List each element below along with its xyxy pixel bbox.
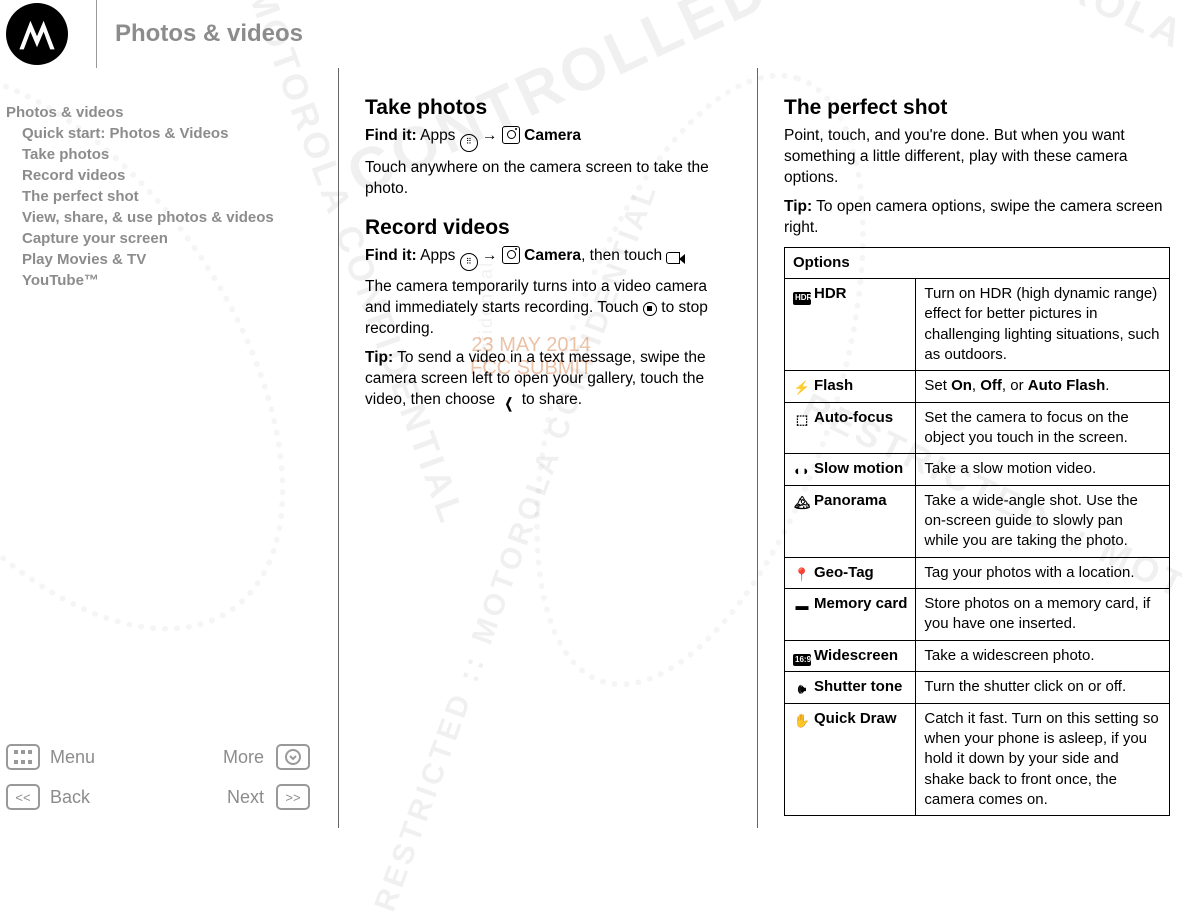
footer-nav: Menu More << Back Next >> xyxy=(6,740,316,816)
shutter-tone-icon: 🕪 xyxy=(793,680,811,698)
option-desc: Take a wide-angle shot. Use the on-scree… xyxy=(916,485,1170,557)
options-table: Options HDRHDRTurn on HDR (high dynamic … xyxy=(784,247,1170,816)
option-row-flash: ⚡FlashSet On, Off, or Auto Flash. xyxy=(785,371,1170,403)
hdr-icon: HDR xyxy=(793,292,811,305)
record-videos-findit: Find it: Apps ⠿ → Camera, then touch xyxy=(365,246,731,271)
video-icon xyxy=(666,252,680,264)
toc-item-1[interactable]: Take photos xyxy=(22,144,332,165)
option-desc: Turn on HDR (high dynamic range) effect … xyxy=(916,279,1170,371)
page-title: Photos & videos xyxy=(115,20,303,48)
panorama-icon: 🏔 xyxy=(793,494,811,512)
toc-top[interactable]: Photos & videos xyxy=(6,102,332,123)
auto-focus-icon: ⬚ xyxy=(793,411,811,429)
menu-button-icon[interactable] xyxy=(6,744,40,770)
record-videos-body: The camera temporarily turns into a vide… xyxy=(365,277,731,340)
option-name: 📍Geo-Tag xyxy=(785,557,916,589)
heading-record-videos: Record videos xyxy=(365,214,731,242)
geo-tag-icon: 📍 xyxy=(793,566,811,584)
option-row-memory-card: ▬Memory cardStore photos on a memory car… xyxy=(785,589,1170,641)
camera-icon xyxy=(502,126,520,144)
option-desc: Take a slow motion video. xyxy=(916,454,1170,486)
back-label[interactable]: Back xyxy=(50,787,159,808)
heading-perfect-shot: The perfect shot xyxy=(784,94,1170,122)
option-name: 🕪Shutter tone xyxy=(785,672,916,704)
option-desc: Take a widescreen photo. xyxy=(916,640,1170,672)
more-label[interactable]: More xyxy=(163,747,272,768)
option-row-auto-focus: ⬚Auto-focusSet the camera to focus on th… xyxy=(785,402,1170,454)
toc-item-0[interactable]: Quick start: Photos & Videos xyxy=(22,123,332,144)
option-name: ▬Memory card xyxy=(785,589,916,641)
perfect-shot-body: Point, touch, and you're done. But when … xyxy=(784,126,1170,189)
option-row-hdr: HDRHDRTurn on HDR (high dynamic range) e… xyxy=(785,279,1170,371)
next-label[interactable]: Next xyxy=(163,787,272,808)
option-desc: Set On, Off, or Auto Flash. xyxy=(916,371,1170,403)
option-row-panorama: 🏔PanoramaTake a wide-angle shot. Use the… xyxy=(785,485,1170,557)
option-row-widescreen: 16:9WidescreenTake a widescreen photo. xyxy=(785,640,1170,672)
toc-item-7[interactable]: YouTube™ xyxy=(22,270,332,291)
back-button-icon[interactable]: << xyxy=(6,784,40,810)
toc-item-2[interactable]: Record videos xyxy=(22,165,332,186)
option-row-shutter-tone: 🕪Shutter toneTurn the shutter click on o… xyxy=(785,672,1170,704)
perfect-shot-tip: Tip: To open camera options, swipe the c… xyxy=(784,197,1170,239)
heading-take-photos: Take photos xyxy=(365,94,731,122)
toc: Photos & videos Quick start: Photos & Vi… xyxy=(6,102,332,291)
stop-icon xyxy=(643,302,657,316)
option-desc: Turn the shutter click on or off. xyxy=(916,672,1170,704)
option-name: 16:9Widescreen xyxy=(785,640,916,672)
menu-label[interactable]: Menu xyxy=(50,747,159,768)
option-name: ⚡Flash xyxy=(785,371,916,403)
toc-item-3[interactable]: The perfect shot xyxy=(22,186,332,207)
widescreen-icon: 16:9 xyxy=(793,654,811,667)
option-row-quick-draw: ✋Quick DrawCatch it fast. Turn on this s… xyxy=(785,703,1170,815)
flash-icon: ⚡ xyxy=(793,379,811,397)
option-desc: Store photos on a memory card, if you ha… xyxy=(916,589,1170,641)
motorola-logo-icon xyxy=(6,3,68,65)
camera-icon xyxy=(502,246,520,264)
option-desc: Catch it fast. Turn on this setting so w… xyxy=(916,703,1170,815)
more-button-icon[interactable] xyxy=(276,744,310,770)
share-icon xyxy=(499,394,517,412)
record-videos-tip: Tip: To send a video in a text message, … xyxy=(365,348,731,412)
option-name: ⬚Auto-focus xyxy=(785,402,916,454)
page-header: Photos & videos xyxy=(0,0,1182,68)
toc-item-6[interactable]: Play Movies & TV xyxy=(22,249,332,270)
content-column-2: The perfect shot Point, touch, and you'r… xyxy=(758,68,1182,828)
apps-icon: ⠿ xyxy=(460,134,478,152)
quick-draw-icon: ✋ xyxy=(793,712,811,730)
options-header: Options xyxy=(785,247,1170,278)
option-name: HDRHDR xyxy=(785,279,916,371)
toc-item-5[interactable]: Capture your screen xyxy=(22,228,332,249)
option-name: ✋Quick Draw xyxy=(785,703,916,815)
option-name: 🏔Panorama xyxy=(785,485,916,557)
option-row-slow-motion: ◐◗Slow motionTake a slow motion video. xyxy=(785,454,1170,486)
apps-icon: ⠿ xyxy=(460,253,478,271)
option-desc: Tag your photos with a location. xyxy=(916,557,1170,589)
take-photos-findit: Find it: Apps ⠿ → Camera xyxy=(365,126,731,151)
memory-card-icon: ▬ xyxy=(793,597,811,615)
take-photos-body: Touch anywhere on the camera screen to t… xyxy=(365,158,731,200)
option-desc: Set the camera to focus on the object yo… xyxy=(916,402,1170,454)
next-button-icon[interactable]: >> xyxy=(276,784,310,810)
option-row-geo-tag: 📍Geo-TagTag your photos with a location. xyxy=(785,557,1170,589)
content-column-1: Take photos Find it: Apps ⠿ → Camera Tou… xyxy=(339,68,757,828)
slow-motion-icon: ◐◗ xyxy=(793,462,811,480)
toc-item-4[interactable]: View, share, & use photos & videos xyxy=(22,207,332,228)
option-name: ◐◗Slow motion xyxy=(785,454,916,486)
